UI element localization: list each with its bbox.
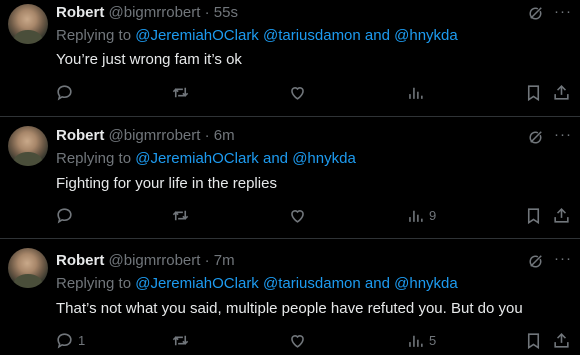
avatar[interactable] bbox=[8, 248, 48, 288]
reply-button[interactable] bbox=[55, 81, 78, 103]
views-button[interactable] bbox=[406, 81, 429, 103]
mention-link[interactable]: @hnykda bbox=[292, 150, 356, 167]
avatar[interactable] bbox=[8, 4, 48, 44]
bookmark-icon bbox=[527, 332, 540, 349]
tweet-header: Robert @bigmrrobert · 55s bbox=[56, 3, 238, 23]
bookmark-icon bbox=[527, 207, 540, 224]
tweet[interactable]: Robert @bigmrrobert · 55s ··· Replying t… bbox=[0, 0, 580, 116]
reply-icon bbox=[57, 84, 72, 101]
replying-to: Replying to @JeremiahOClark and @hnykda bbox=[56, 149, 356, 169]
like-button[interactable] bbox=[288, 81, 307, 103]
timestamp[interactable]: 55s bbox=[214, 4, 238, 21]
and-text: and bbox=[364, 275, 390, 292]
retweet-icon bbox=[172, 335, 189, 345]
avatar[interactable] bbox=[8, 126, 48, 166]
and-text: and bbox=[364, 27, 390, 44]
more-icon[interactable]: ··· bbox=[554, 3, 572, 21]
tweet-header: Robert @bigmrrobert · 6m bbox=[56, 126, 235, 146]
reply-count: 1 bbox=[78, 332, 86, 348]
separator: · bbox=[204, 4, 210, 21]
author-name[interactable]: Robert bbox=[56, 4, 104, 21]
replying-prefix: Replying to bbox=[56, 150, 132, 167]
share-button[interactable] bbox=[552, 329, 571, 351]
reply-button[interactable]: 1 bbox=[55, 329, 85, 351]
share-icon bbox=[554, 332, 569, 348]
tweet[interactable]: Robert @bigmrrobert · 6m ··· Replying to… bbox=[0, 116, 580, 238]
like-button[interactable] bbox=[288, 329, 307, 351]
reply-icon bbox=[57, 207, 72, 224]
retweet-button[interactable] bbox=[171, 81, 190, 103]
author-handle[interactable]: @bigmrrobert bbox=[109, 252, 201, 269]
replying-prefix: Replying to bbox=[56, 27, 132, 44]
grok-icon[interactable] bbox=[527, 4, 545, 22]
author-name[interactable]: Robert bbox=[56, 127, 104, 144]
and-text: and bbox=[262, 150, 289, 167]
views-count: 9 bbox=[429, 207, 437, 223]
replying-to: Replying to @JeremiahOClark @tariusdamon… bbox=[56, 274, 458, 294]
action-bar bbox=[0, 81, 580, 103]
replying-to: Replying to @JeremiahOClark @tariusdamon… bbox=[56, 26, 458, 46]
views-icon bbox=[409, 335, 423, 347]
like-icon bbox=[291, 209, 304, 223]
separator: · bbox=[204, 252, 210, 269]
timestamp[interactable]: 6m bbox=[214, 127, 235, 144]
retweet-button[interactable] bbox=[171, 329, 190, 351]
timestamp[interactable]: 7m bbox=[214, 252, 235, 269]
retweet-icon bbox=[172, 87, 189, 97]
tweet-header: Robert @bigmrrobert · 7m bbox=[56, 251, 235, 271]
author-name[interactable]: Robert bbox=[56, 252, 104, 269]
bookmark-button[interactable] bbox=[524, 204, 543, 226]
mention-link[interactable]: @hnykda bbox=[394, 275, 458, 292]
retweet-button[interactable] bbox=[171, 204, 190, 226]
share-icon bbox=[554, 207, 569, 223]
mention-link[interactable]: @JeremiahOClark @tariusdamon bbox=[135, 275, 361, 292]
action-bar: 9 bbox=[0, 204, 580, 226]
mention-link[interactable]: @JeremiahOClark @tariusdamon bbox=[135, 27, 361, 44]
action-bar: 1 5 bbox=[0, 329, 580, 351]
retweet-icon bbox=[172, 210, 189, 220]
like-button[interactable] bbox=[288, 204, 307, 226]
share-button[interactable] bbox=[552, 81, 571, 103]
share-button[interactable] bbox=[552, 204, 571, 226]
reply-button[interactable] bbox=[55, 204, 78, 226]
tweet-text: Fighting for your life in the replies bbox=[56, 175, 277, 192]
like-icon bbox=[291, 334, 304, 348]
bookmark-icon bbox=[527, 84, 540, 101]
grok-icon[interactable] bbox=[527, 128, 545, 146]
author-handle[interactable]: @bigmrrobert bbox=[109, 127, 201, 144]
tweet[interactable]: Robert @bigmrrobert · 7m ··· Replying to… bbox=[0, 238, 580, 355]
author-handle[interactable]: @bigmrrobert bbox=[109, 4, 201, 21]
bookmark-button[interactable] bbox=[524, 329, 543, 351]
more-icon[interactable]: ··· bbox=[554, 250, 572, 268]
reply-icon bbox=[57, 332, 72, 349]
replying-prefix: Replying to bbox=[56, 275, 132, 292]
views-icon bbox=[409, 87, 423, 99]
more-icon[interactable]: ··· bbox=[554, 126, 572, 144]
share-icon bbox=[554, 84, 569, 100]
tweet-text: That’s not what you said, multiple peopl… bbox=[56, 300, 523, 317]
mention-link[interactable]: @hnykda bbox=[394, 27, 458, 44]
views-icon bbox=[409, 210, 423, 222]
separator: · bbox=[204, 127, 210, 144]
views-button[interactable]: 5 bbox=[406, 329, 436, 351]
like-icon bbox=[291, 86, 304, 100]
bookmark-button[interactable] bbox=[524, 81, 543, 103]
views-count: 5 bbox=[429, 332, 437, 348]
mention-link[interactable]: @JeremiahOClark bbox=[135, 150, 259, 167]
tweet-text: You’re just wrong fam it’s ok bbox=[56, 51, 242, 68]
views-button[interactable]: 9 bbox=[406, 204, 436, 226]
grok-icon[interactable] bbox=[527, 252, 545, 270]
